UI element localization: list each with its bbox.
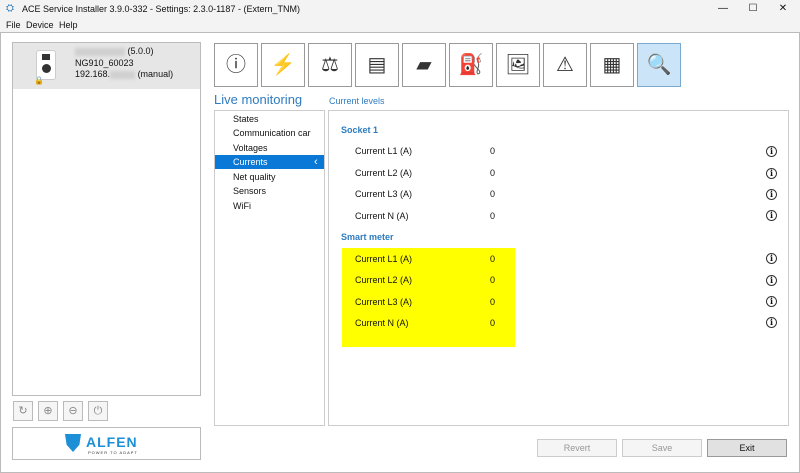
- menu-device[interactable]: Device: [26, 20, 54, 30]
- nav-states[interactable]: States: [215, 112, 324, 126]
- balance-tab-button[interactable]: ⚖: [308, 43, 352, 87]
- nav-sensors[interactable]: Sensors: [215, 184, 324, 198]
- info-icon[interactable]: i: [766, 253, 777, 264]
- subsection-title: Current levels: [329, 96, 385, 106]
- socket-l3-value: 0: [490, 189, 496, 199]
- lock-icon: 🔒: [34, 76, 44, 85]
- info-icon[interactable]: i: [766, 296, 777, 307]
- section-title: Live monitoring: [214, 92, 303, 107]
- payment-tab-button[interactable]: ▰: [402, 43, 446, 87]
- grid-tab-button[interactable]: ⚡: [261, 43, 305, 87]
- revert-button[interactable]: Revert: [537, 439, 617, 457]
- logo-shield-icon: [65, 434, 81, 452]
- nav-wifi[interactable]: WiFi: [215, 199, 324, 213]
- exit-button[interactable]: Exit: [707, 439, 787, 457]
- ip-redacted: [110, 70, 136, 79]
- meter-n-label: Current N (A): [355, 318, 409, 328]
- refresh-button[interactable]: ↻: [13, 401, 33, 421]
- info-icon[interactable]: i: [766, 168, 777, 179]
- socket-title: Socket 1: [341, 125, 379, 135]
- meter-l2-value: 0: [490, 275, 496, 285]
- cards-tab-button[interactable]: ▤: [355, 43, 399, 87]
- meter-l1-value: 0: [490, 254, 496, 264]
- info-icon[interactable]: i: [766, 317, 777, 328]
- menu-bar: [0, 18, 800, 32]
- info-icon[interactable]: i: [766, 275, 777, 286]
- chevron-left-icon: ‹: [314, 156, 318, 168]
- charger-tab-button[interactable]: ⛽: [449, 43, 493, 87]
- save-button[interactable]: Save: [622, 439, 702, 457]
- nav-communication-car[interactable]: Communication car: [215, 126, 324, 140]
- meter-l1-label: Current L1 (A): [355, 254, 413, 264]
- close-button[interactable]: ✕: [768, 0, 798, 18]
- meter-l3-value: 0: [490, 297, 496, 307]
- power-button[interactable]: ⏻: [88, 401, 108, 421]
- info-tab-button[interactable]: ⓘ: [214, 43, 258, 87]
- device-version: (5.0.0): [127, 46, 154, 56]
- alfen-logo: ALFEN POWER TO ADAPT: [12, 427, 201, 460]
- socket-l3-label: Current L3 (A): [355, 189, 413, 199]
- menu-help[interactable]: Help: [59, 20, 78, 30]
- add-device-button[interactable]: ⊕: [38, 401, 58, 421]
- socket-l1-label: Current L1 (A): [355, 146, 413, 156]
- window-title: ACE Service Installer 3.9.0-332 - Settin…: [22, 4, 300, 14]
- remove-device-button[interactable]: ⊖: [63, 401, 83, 421]
- socket-n-value: 0: [490, 211, 496, 221]
- device-ip-mode: (manual): [137, 69, 174, 79]
- socket-l2-label: Current L2 (A): [355, 168, 413, 178]
- meter-l2-label: Current L2 (A): [355, 275, 413, 285]
- monitoring-tab-button[interactable]: 🔍: [637, 43, 681, 87]
- info-icon[interactable]: i: [766, 189, 777, 200]
- app-icon: ⛭: [6, 3, 14, 14]
- nav-net-quality[interactable]: Net quality: [215, 170, 324, 184]
- meter-n-value: 0: [490, 318, 496, 328]
- device-ip: 192.168.: [75, 69, 111, 79]
- minimize-button[interactable]: —: [708, 0, 738, 18]
- menu-file[interactable]: File: [6, 20, 21, 30]
- warning-tab-button[interactable]: ⚠: [543, 43, 587, 87]
- device-name-redacted: [75, 47, 125, 56]
- socket-n-label: Current N (A): [355, 211, 409, 221]
- nav-currents[interactable]: Currents: [215, 155, 324, 169]
- socket-l2-value: 0: [490, 168, 496, 178]
- info-icon[interactable]: i: [766, 146, 777, 157]
- info-icon[interactable]: i: [766, 210, 777, 221]
- meter-title: Smart meter: [341, 232, 394, 242]
- nav-voltages[interactable]: Voltages: [215, 141, 324, 155]
- socket-l1-value: 0: [490, 146, 496, 156]
- document-tab-button[interactable]: ▦: [590, 43, 634, 87]
- display-tab-button[interactable]: 🖼: [496, 43, 540, 87]
- device-list[interactable]: [12, 42, 201, 396]
- device-model: NG910_60023: [75, 58, 134, 68]
- maximize-button[interactable]: ☐: [738, 0, 768, 18]
- meter-l3-label: Current L3 (A): [355, 297, 413, 307]
